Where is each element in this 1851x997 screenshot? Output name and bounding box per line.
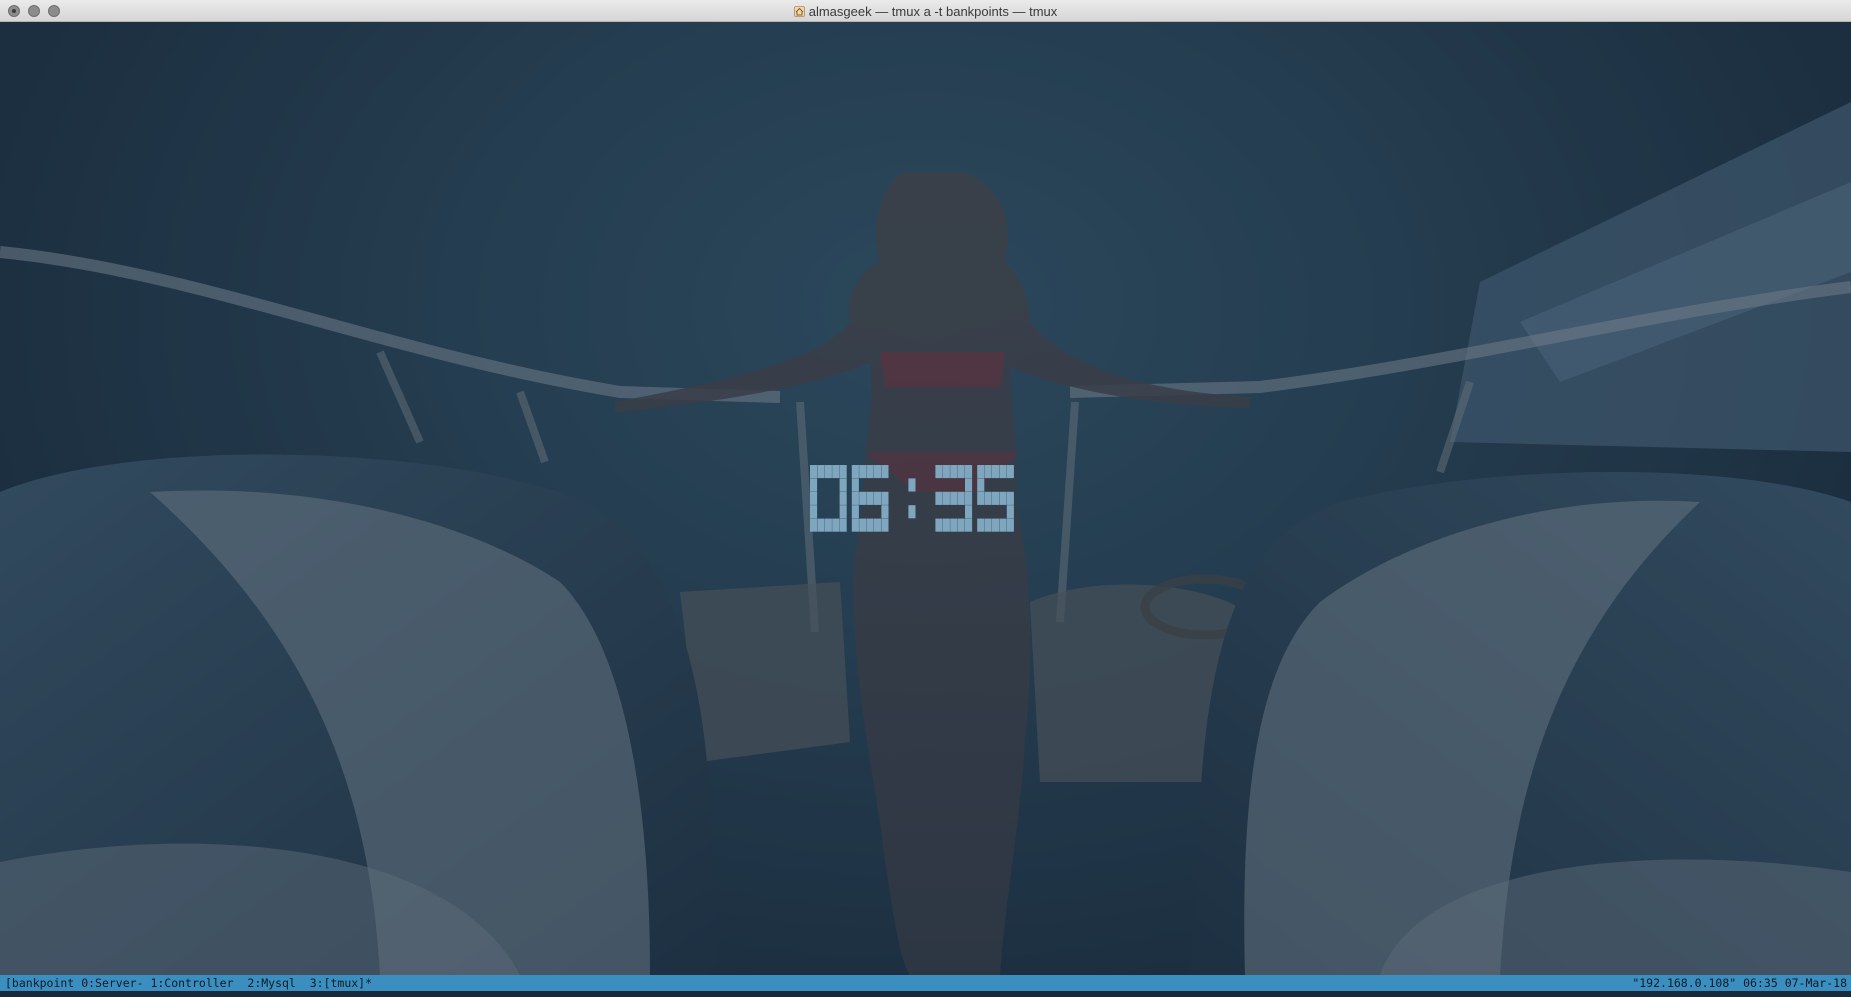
window-tab-0[interactable]: 0:Server- <box>81 976 143 990</box>
clock-digit-cell <box>810 518 818 532</box>
clock-digit-cell <box>881 465 889 479</box>
clock-digit-cell <box>992 465 1000 479</box>
window-tab-3[interactable]: 3:[tmux]* <box>310 976 372 990</box>
clock-digit-cell <box>992 518 1000 532</box>
clock-digit-cell <box>977 518 985 532</box>
clock-digit-cell <box>935 465 943 479</box>
clock-digit-cell <box>874 491 882 505</box>
clock-digit-cell <box>1006 465 1014 479</box>
clock-digit-cell <box>977 478 985 492</box>
clock-digit-cell <box>866 465 874 479</box>
clock-digit-cell <box>832 518 840 532</box>
clock-digit-cell <box>824 465 832 479</box>
clock-digit-cell <box>874 465 882 479</box>
clock-digit-cell <box>942 491 950 505</box>
clock-digit-cell <box>984 465 992 479</box>
window-tab-1[interactable]: 1:Controller <box>150 976 233 990</box>
clock-digit-cell <box>965 505 973 519</box>
host-label: "192.168.0.108" <box>1632 976 1737 990</box>
clock-digit-cell <box>935 518 943 532</box>
clock-digit-cell <box>810 465 818 479</box>
clock-digit-cell <box>817 465 825 479</box>
clock-digit-cell <box>942 518 950 532</box>
clock-digit-cell <box>965 465 973 479</box>
clock-digit-cell <box>810 478 818 492</box>
status-date: 07-Mar-18 <box>1784 976 1847 990</box>
clock-digit-cell <box>1006 505 1014 519</box>
clock-digit-cell <box>851 465 859 479</box>
session-name: [bankpoint <box>5 976 75 990</box>
status-left: [bankpoint 0:Server- 1:Controller 2:Mysq… <box>5 975 372 991</box>
clock-digit-cell <box>965 491 973 505</box>
tmux-status-bar: [bankpoint 0:Server- 1:Controller 2:Mysq… <box>0 975 1851 991</box>
clock-digit-cell <box>942 465 950 479</box>
clock-digit-cell <box>950 465 958 479</box>
clock-digit-cell <box>881 505 889 519</box>
clock-digit-cell <box>950 518 958 532</box>
clock-digit-cell <box>908 505 916 519</box>
clock-digit-cell <box>824 518 832 532</box>
clock-digit-cell <box>839 505 847 519</box>
clock-digit-cell <box>881 518 889 532</box>
clock-digit-cell <box>851 491 859 505</box>
status-time: 06:35 <box>1743 976 1778 990</box>
clock-digit-cell <box>999 518 1007 532</box>
clock-digit-cell <box>984 518 992 532</box>
clock-digit-cell <box>992 491 1000 505</box>
clock-digit-cell <box>965 518 973 532</box>
clock-digit-cell <box>957 518 965 532</box>
tmux-clock <box>810 465 1014 532</box>
clock-digit-cell <box>965 478 973 492</box>
clock-digit-cell <box>851 478 859 492</box>
clock-digit-cell <box>839 478 847 492</box>
clock-digit-cell <box>859 465 867 479</box>
clock-digit-cell <box>859 491 867 505</box>
clock-digit-cell <box>984 491 992 505</box>
clock-digit-cell <box>1006 518 1014 532</box>
clock-digit-cell <box>977 491 985 505</box>
window-tab-2[interactable]: 2:Mysql <box>247 976 295 990</box>
clock-digit-cell <box>866 518 874 532</box>
clock-digit-cell <box>817 518 825 532</box>
clock-digit-cell <box>957 491 965 505</box>
clock-digit-cell <box>999 465 1007 479</box>
clock-digit-cell <box>851 505 859 519</box>
clock-digit-cell <box>950 491 958 505</box>
clock-digit-cell <box>839 465 847 479</box>
clock-digit-cell <box>881 491 889 505</box>
clock-digit-cell <box>851 518 859 532</box>
clock-digit-cell <box>859 518 867 532</box>
clock-digit-cell <box>810 491 818 505</box>
title-bar[interactable]: almasgeek — tmux a -t bankpoints — tmux <box>0 0 1851 22</box>
home-icon <box>793 5 805 17</box>
clock-digit-cell <box>839 518 847 532</box>
clock-digit-cell <box>1006 491 1014 505</box>
clock-digit-cell <box>866 491 874 505</box>
title-container: almasgeek — tmux a -t bankpoints — tmux <box>0 0 1851 22</box>
clock-digit-cell <box>832 465 840 479</box>
window-title: almasgeek — tmux a -t bankpoints — tmux <box>808 3 1058 19</box>
clock-digit-cell <box>839 491 847 505</box>
clock-digit-cell <box>908 478 916 492</box>
status-right: "192.168.0.108" 06:35 07-Mar-18 <box>1632 975 1847 991</box>
clock-digit-cell <box>874 518 882 532</box>
terminal-pane[interactable] <box>0 22 1851 975</box>
clock-digit-cell <box>810 505 818 519</box>
window-bottom-edge <box>0 991 1851 997</box>
clock-digit-cell <box>977 465 985 479</box>
clock-digit-cell <box>999 491 1007 505</box>
terminal-window: almasgeek — tmux a -t bankpoints — tmux <box>0 0 1851 997</box>
clock-digit-cell <box>935 491 943 505</box>
clock-digit-cell <box>957 465 965 479</box>
